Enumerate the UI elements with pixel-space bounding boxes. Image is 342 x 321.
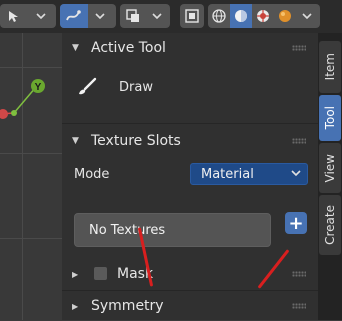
3d-viewport[interactable]: Y bbox=[0, 33, 62, 320]
mode-dropdown[interactable]: Material bbox=[190, 163, 308, 185]
select-mode-group[interactable] bbox=[0, 4, 56, 28]
navigation-gizmo[interactable]: Y bbox=[0, 73, 62, 133]
tab-tool[interactable]: Tool bbox=[319, 95, 341, 141]
x-axis-gizmo-icon bbox=[0, 109, 8, 119]
expand-triangle-icon: ▶ bbox=[72, 269, 79, 279]
symmetry-title: Symmetry bbox=[91, 298, 164, 314]
draw-tool-icon[interactable] bbox=[60, 4, 88, 28]
drag-grip-icon[interactable] bbox=[292, 45, 306, 51]
grid-line bbox=[0, 238, 62, 239]
expand-triangle-icon: ▶ bbox=[72, 301, 79, 311]
tab-create-label: Create bbox=[323, 205, 337, 245]
active-tool-name: Draw bbox=[119, 80, 153, 95]
cursor-mode-icon[interactable] bbox=[0, 4, 30, 28]
wireframe-icon[interactable] bbox=[208, 4, 230, 28]
collapse-triangle-icon: ▼ bbox=[72, 43, 79, 53]
chevron-down-icon bbox=[291, 169, 301, 180]
active-tool-header[interactable]: ▼ Active Tool bbox=[62, 33, 318, 63]
draw-brush-icon bbox=[76, 75, 98, 97]
rendered-icon[interactable] bbox=[274, 4, 296, 28]
overlay-group[interactable] bbox=[120, 4, 170, 28]
svg-text:Y: Y bbox=[35, 82, 42, 93]
divider bbox=[62, 123, 318, 124]
tab-item-label: Item bbox=[323, 53, 337, 81]
mask-checkbox[interactable] bbox=[94, 267, 107, 280]
tab-item[interactable]: Item bbox=[319, 41, 341, 93]
collapse-triangle-icon: ▼ bbox=[72, 136, 79, 146]
tab-view-label: View bbox=[323, 153, 337, 183]
drag-grip-icon[interactable] bbox=[292, 303, 306, 309]
shading-mode-group[interactable] bbox=[208, 4, 320, 28]
mode-label: Mode bbox=[74, 167, 110, 182]
texture-slots-header[interactable]: ▼ Texture Slots bbox=[62, 126, 318, 156]
sidebar-tabs: Item Tool View Create bbox=[318, 33, 342, 320]
tab-view[interactable]: View bbox=[319, 143, 341, 193]
symmetry-header[interactable]: ▶ Symmetry bbox=[62, 291, 318, 321]
texture-slots-title: Texture Slots bbox=[91, 133, 181, 149]
drag-grip-icon[interactable] bbox=[292, 138, 306, 144]
empty-list-text: No Textures bbox=[89, 222, 166, 238]
view-overlay-icon[interactable] bbox=[120, 4, 146, 28]
xray-icon[interactable] bbox=[180, 4, 204, 28]
drag-grip-icon[interactable] bbox=[292, 271, 306, 277]
solid-icon[interactable] bbox=[230, 4, 252, 28]
brush-tool-group[interactable] bbox=[60, 4, 116, 28]
xray-toggle[interactable] bbox=[180, 4, 204, 28]
chevron-down-icon[interactable] bbox=[146, 4, 168, 28]
tab-create[interactable]: Create bbox=[319, 195, 341, 255]
chevron-down-icon[interactable] bbox=[30, 4, 52, 28]
chevron-down-icon[interactable] bbox=[296, 4, 318, 28]
active-tool-title: Active Tool bbox=[91, 40, 166, 56]
tab-tool-label: Tool bbox=[323, 106, 337, 130]
texture-slots-list[interactable]: No Textures bbox=[74, 213, 271, 247]
add-texture-button[interactable]: + bbox=[285, 212, 307, 234]
grid-line bbox=[0, 67, 62, 68]
grid-line bbox=[0, 153, 62, 154]
mode-value: Material bbox=[201, 166, 254, 182]
viewport-header-toolbar bbox=[0, 0, 342, 33]
tool-settings-panel: ▼ Active Tool Draw ▼ Texture Slots Mode … bbox=[62, 33, 318, 320]
chevron-down-icon[interactable] bbox=[88, 4, 112, 28]
material-preview-icon[interactable] bbox=[252, 4, 274, 28]
